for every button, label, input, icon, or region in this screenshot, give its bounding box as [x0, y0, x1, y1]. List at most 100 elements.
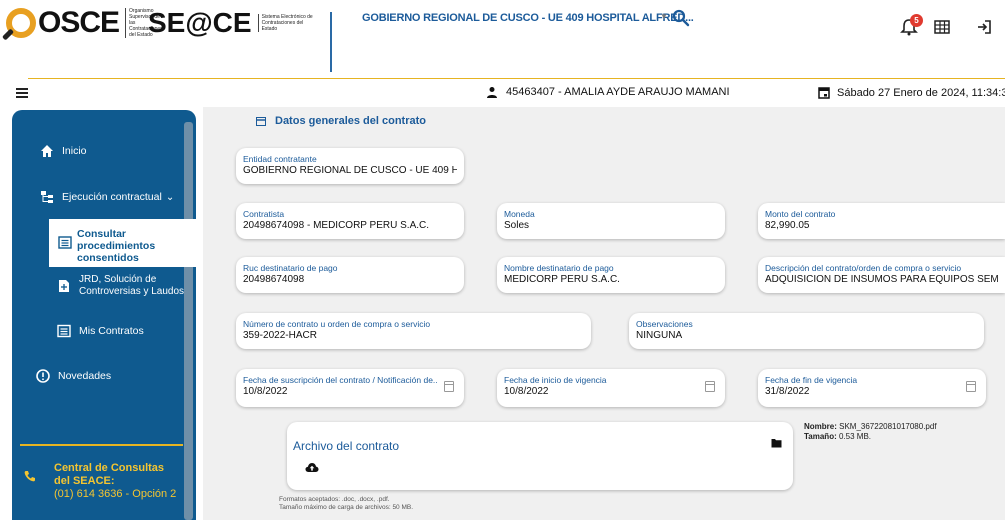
seace-logo-tagline: Sistema Electrónico de Contrataciones de…: [257, 14, 318, 32]
caret-down-icon[interactable]: ▼: [660, 12, 668, 21]
file-name-value[interactable]: SKM_36722081017080.pdf: [839, 422, 936, 431]
sidebar-item-consultar-procedimientos[interactable]: Consultar procedimientos consentidos: [49, 219, 196, 267]
field-value: NINGUNA: [636, 330, 683, 341]
field-label: Ruc destinatario de pago: [243, 263, 338, 273]
field-label: Observaciones: [636, 319, 693, 329]
grid-icon[interactable]: [933, 18, 951, 36]
field-label: Descripción del contrato/orden de compra…: [765, 263, 962, 273]
seace-logo: SE@CE Sistema Electrónico de Contratacio…: [146, 6, 318, 40]
contact-phone[interactable]: (01) 614 3636 - Opción 2: [54, 488, 176, 501]
user-info: 45463407 - AMALIA AYDE ARAUJO MAMANI: [486, 86, 730, 98]
field-moneda: Moneda Soles: [497, 203, 725, 239]
field-value: Soles: [504, 220, 530, 231]
field-value: MEDICORP PERU S.A.C.: [504, 274, 620, 285]
seace-logo-text: SE@CE: [148, 7, 252, 38]
search-icon[interactable]: [672, 9, 690, 27]
sidebar-item-label: Consultar procedimientos consentidos: [77, 228, 156, 264]
sidebar-item-label: Inicio: [62, 145, 87, 157]
calendar-icon[interactable]: [966, 381, 976, 392]
field-descripcion: Descripción del contrato/orden de compra…: [758, 257, 1005, 293]
field-value: 20498674098: [243, 274, 305, 285]
sidebar-item-label-line1: JRD, Solución de: [79, 274, 157, 285]
sidebar: Inicio Ejecución contractual ⌄ Consultar…: [12, 110, 196, 520]
field-value: 20498674098 - MEDICORP PERU S.A.C.: [243, 220, 430, 231]
contact-info: Central de Consultas del SEACE: (01) 614…: [54, 462, 176, 501]
user-bar: 45463407 - AMALIA AYDE ARAUJO MAMANI Sáb…: [0, 79, 1005, 107]
sidebar-scrollbar[interactable]: [184, 122, 193, 520]
file-name-label: Nombre:: [804, 422, 837, 431]
field-entidad-contratante: Entidad contratante GOBIERNO REGIONAL DE…: [236, 148, 464, 184]
sidebar-item-inicio[interactable]: Inicio: [40, 144, 87, 158]
field-label: Nombre destinatario de pago: [504, 263, 614, 273]
field-value: 359-2022-HACR: [243, 330, 317, 341]
folder-icon[interactable]: [771, 438, 782, 448]
file-size-value: 0.53 MB.: [838, 432, 871, 441]
sidebar-item-label-line2: Controversias y Laudos: [79, 286, 185, 297]
list-icon: [57, 324, 71, 338]
sidebar-item-jrd[interactable]: JRD, Solución de Controversias y Laudos: [57, 274, 184, 298]
notification-badge: 5: [910, 14, 923, 27]
osce-logo: OSCE Organismo Supervisor de las Contrat…: [6, 6, 163, 40]
field-value: GOBIERNO REGIONAL DE CUSCO - UE 409 HOSP…: [243, 165, 457, 176]
home-icon: [41, 145, 53, 157]
sitemap-icon: [41, 191, 53, 203]
file-hint-size: Tamaño máximo de carga de archivos: 50 M…: [279, 504, 414, 511]
osce-logo-text: OSCE: [38, 6, 120, 39]
section-title: Datos generales del contrato: [256, 115, 426, 127]
file-size-row: Tamaño: 0.53 MB.: [804, 432, 937, 442]
phone-icon: [24, 471, 35, 482]
sidebar-item-label: Ejecución contractual: [62, 191, 162, 203]
field-value: 82,990.05: [765, 220, 810, 231]
field-monto: Monto del contrato 82,990.05: [758, 203, 1005, 239]
sidebar-item-ejecucion-contractual[interactable]: Ejecución contractual ⌄: [40, 190, 174, 204]
sidebar-item-label: Novedades: [58, 370, 112, 382]
field-value: 31/8/2022: [765, 386, 810, 397]
field-numero-contrato: Número de contrato u orden de compra o s…: [236, 313, 591, 349]
alert-icon: [36, 369, 50, 383]
field-ruc-destinatario: Ruc destinatario de pago 20498674098: [236, 257, 464, 293]
section-title-text: Datos generales del contrato: [275, 115, 426, 127]
sidebar-divider: [20, 444, 183, 446]
logout-icon[interactable]: [975, 18, 993, 36]
file-card-title: Archivo del contrato: [293, 439, 400, 453]
field-fecha-inicio[interactable]: Fecha de inicio de vigencia 10/8/2022: [497, 369, 725, 407]
date-info: Sábado 27 Enero de 2024, 11:34:33 /: [818, 86, 1005, 99]
field-label: Contratista: [243, 209, 285, 219]
field-contratista: Contratista 20498674098 - MEDICORP PERU …: [236, 203, 464, 239]
file-size-label: Tamaño:: [804, 432, 837, 441]
sidebar-item-label-group: JRD, Solución de Controversias y Laudos: [79, 274, 184, 298]
cloud-upload-icon[interactable]: [305, 462, 319, 473]
file-hint-formats: Formatos aceptados: .doc, .docx, .pdf.: [279, 496, 390, 503]
field-observaciones: Observaciones NINGUNA: [629, 313, 984, 349]
field-fecha-suscripcion[interactable]: Fecha de suscripción del contrato / Noti…: [236, 369, 464, 407]
field-value: 10/8/2022: [504, 386, 549, 397]
list-icon: [58, 236, 72, 249]
app-header: OSCE Organismo Supervisor de las Contrat…: [0, 0, 1005, 78]
sidebar-item-label: Mis Contratos: [79, 325, 144, 337]
field-label: Monto del contrato: [765, 209, 836, 219]
chevron-down-icon: ⌄: [165, 191, 175, 203]
field-fecha-fin[interactable]: Fecha de fin de vigencia 31/8/2022: [758, 369, 986, 407]
sidebar-item-novedades[interactable]: Novedades: [36, 369, 111, 383]
field-label: Fecha de suscripción del contrato / Noti…: [243, 375, 437, 385]
field-label: Entidad contratante: [243, 154, 317, 164]
main-content: Datos generales del contrato Entidad con…: [203, 107, 1005, 520]
field-nombre-destinatario: Nombre destinatario de pago MEDICORP PER…: [497, 257, 725, 293]
user-icon: [487, 87, 497, 98]
calendar-icon[interactable]: [444, 381, 454, 392]
document-icon: [59, 280, 69, 292]
header-divider: [330, 12, 332, 72]
field-value: 10/8/2022: [243, 386, 288, 397]
field-label: Moneda: [504, 209, 535, 219]
menu-icon[interactable]: [16, 88, 28, 98]
field-label: Fecha de fin de vigencia: [765, 375, 858, 385]
entity-selector[interactable]: GOBIERNO REGIONAL DE CUSCO - UE 409 HOSP…: [362, 12, 694, 24]
osce-logo-mark: [6, 8, 36, 38]
sidebar-item-mis-contratos[interactable]: Mis Contratos: [57, 324, 144, 338]
user-name: 45463407 - AMALIA AYDE ARAUJO MAMANI: [506, 86, 730, 98]
file-name-row: Nombre: SKM_36722081017080.pdf: [804, 422, 937, 432]
file-metadata: Nombre: SKM_36722081017080.pdf Tamaño: 0…: [804, 422, 937, 442]
calendar-icon[interactable]: [705, 381, 715, 392]
contact-title-line1: Central de Consultas: [54, 462, 165, 474]
field-label: Número de contrato u orden de compra o s…: [243, 319, 431, 329]
